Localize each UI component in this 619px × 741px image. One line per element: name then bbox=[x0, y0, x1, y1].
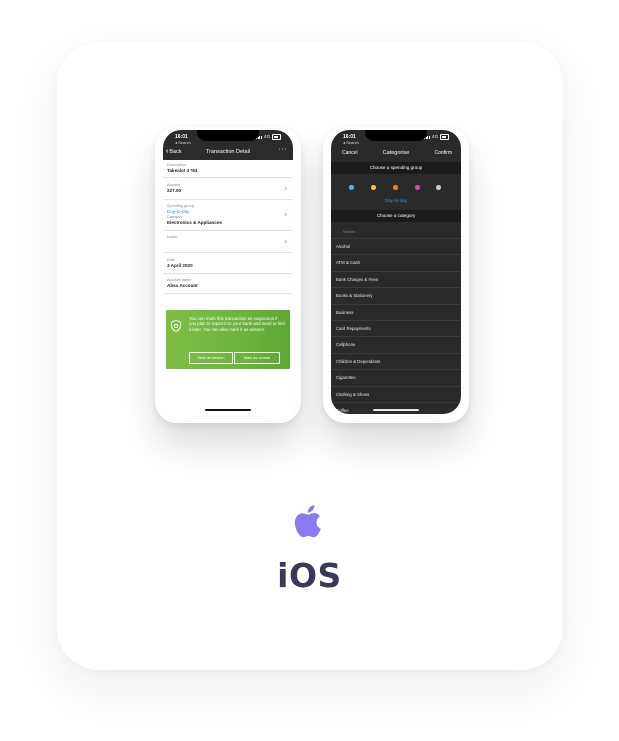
category-item[interactable]: Cellphone bbox=[331, 337, 461, 354]
notice-message: You can mark this transaction as suspici… bbox=[189, 316, 285, 332]
category-search-input[interactable]: Search bbox=[331, 226, 461, 239]
row-label: Notes bbox=[167, 235, 177, 239]
group-dot[interactable] bbox=[349, 185, 354, 190]
category-item[interactable]: Business bbox=[331, 305, 461, 321]
mark-unread-button[interactable]: Mark as unread bbox=[234, 352, 280, 364]
platform-name: iOS bbox=[277, 556, 342, 595]
group-dot[interactable] bbox=[436, 185, 441, 190]
category-item[interactable]: Cigarettes bbox=[331, 370, 461, 387]
nav-bar: Cancel Categorise Confirm bbox=[331, 147, 461, 161]
category-item[interactable]: Children & Dependants bbox=[331, 354, 461, 371]
status-back-app[interactable]: ◂ Search bbox=[175, 140, 191, 145]
spending-group-picker bbox=[331, 185, 461, 193]
row-value: Electronics & Appliances bbox=[167, 220, 222, 225]
row-value: 227.00 bbox=[167, 188, 182, 193]
confirm-button[interactable]: Confirm bbox=[434, 150, 452, 156]
row-spending-group[interactable]: Spending group Day-to-day Category Elect… bbox=[163, 200, 293, 231]
categorise-phone: 16:01 ◂ Search 4G Cancel Categorise Conf… bbox=[323, 127, 469, 423]
phone-notch bbox=[365, 130, 427, 141]
selected-group-label: Day-to-day bbox=[384, 198, 408, 203]
category-item[interactable]: Bank Charges & Fees bbox=[331, 272, 461, 289]
row-value: 3 April 2020 bbox=[167, 263, 193, 268]
status-right: 4G bbox=[256, 134, 281, 140]
battery-icon bbox=[272, 134, 281, 140]
row-notes[interactable]: Notes › bbox=[163, 231, 293, 253]
battery-icon bbox=[440, 134, 449, 140]
apple-icon bbox=[294, 505, 321, 538]
category-item[interactable]: Clothing & Shoes bbox=[331, 387, 461, 403]
network-label: 4G bbox=[263, 134, 271, 139]
category-item[interactable]: Books & Stationery bbox=[331, 288, 461, 305]
transaction-detail-screen: 16:01 ◂ Search 4G ‹Back Transaction Deta… bbox=[163, 130, 293, 423]
network-label: 4G bbox=[431, 134, 439, 139]
category-header: Choose a category bbox=[331, 210, 461, 222]
phone-notch bbox=[197, 130, 259, 141]
category-item[interactable]: Card Repayments bbox=[331, 321, 461, 338]
row-account: Account name Absa Account bbox=[163, 274, 293, 294]
category-list: Search Alcohol ATM & Cash Bank Charges &… bbox=[331, 226, 461, 414]
group-dot[interactable] bbox=[371, 185, 376, 190]
group-dot[interactable] bbox=[415, 185, 420, 190]
shield-icon bbox=[171, 320, 181, 332]
detail-rows: Description Takealot 3 *84 Amount 227.00… bbox=[163, 160, 293, 294]
chevron-right-icon: › bbox=[284, 211, 287, 219]
home-indicator[interactable] bbox=[373, 409, 419, 411]
home-indicator[interactable] bbox=[205, 409, 251, 411]
transaction-header: 16:01 ◂ Search 4G ‹Back Transaction Deta… bbox=[163, 130, 293, 160]
more-icon[interactable]: ··· bbox=[279, 146, 288, 153]
spending-group-header: Choose a spending group bbox=[331, 162, 461, 174]
status-right: 4G bbox=[424, 134, 449, 140]
chevron-right-icon: › bbox=[284, 238, 287, 245]
row-date: Date 3 April 2020 bbox=[163, 253, 293, 274]
row-amount[interactable]: Amount 227.00 › bbox=[163, 178, 293, 200]
mark-unseen-button[interactable]: Mark as unseen bbox=[189, 352, 233, 364]
group-dot[interactable] bbox=[393, 185, 398, 190]
row-description: Description Takealot 3 *84 bbox=[163, 160, 293, 178]
category-item[interactable]: ATM & Cash bbox=[331, 255, 461, 272]
chevron-right-icon: › bbox=[284, 185, 287, 192]
suspicious-notice: You can mark this transaction as suspici… bbox=[166, 310, 290, 369]
nav-bar: ‹Back Transaction Detail ··· bbox=[163, 146, 293, 158]
transaction-detail-phone: 16:01 ◂ Search 4G ‹Back Transaction Deta… bbox=[155, 127, 301, 423]
page-title: Transaction Detail bbox=[205, 149, 251, 155]
category-item[interactable]: Alcohol bbox=[331, 239, 461, 256]
categorise-screen: 16:01 ◂ Search 4G Cancel Categorise Conf… bbox=[331, 130, 461, 414]
row-value: Absa Account bbox=[167, 283, 198, 288]
status-back-app[interactable]: ◂ Search bbox=[343, 140, 359, 145]
row-value: Takealot 3 *84 bbox=[167, 168, 198, 173]
